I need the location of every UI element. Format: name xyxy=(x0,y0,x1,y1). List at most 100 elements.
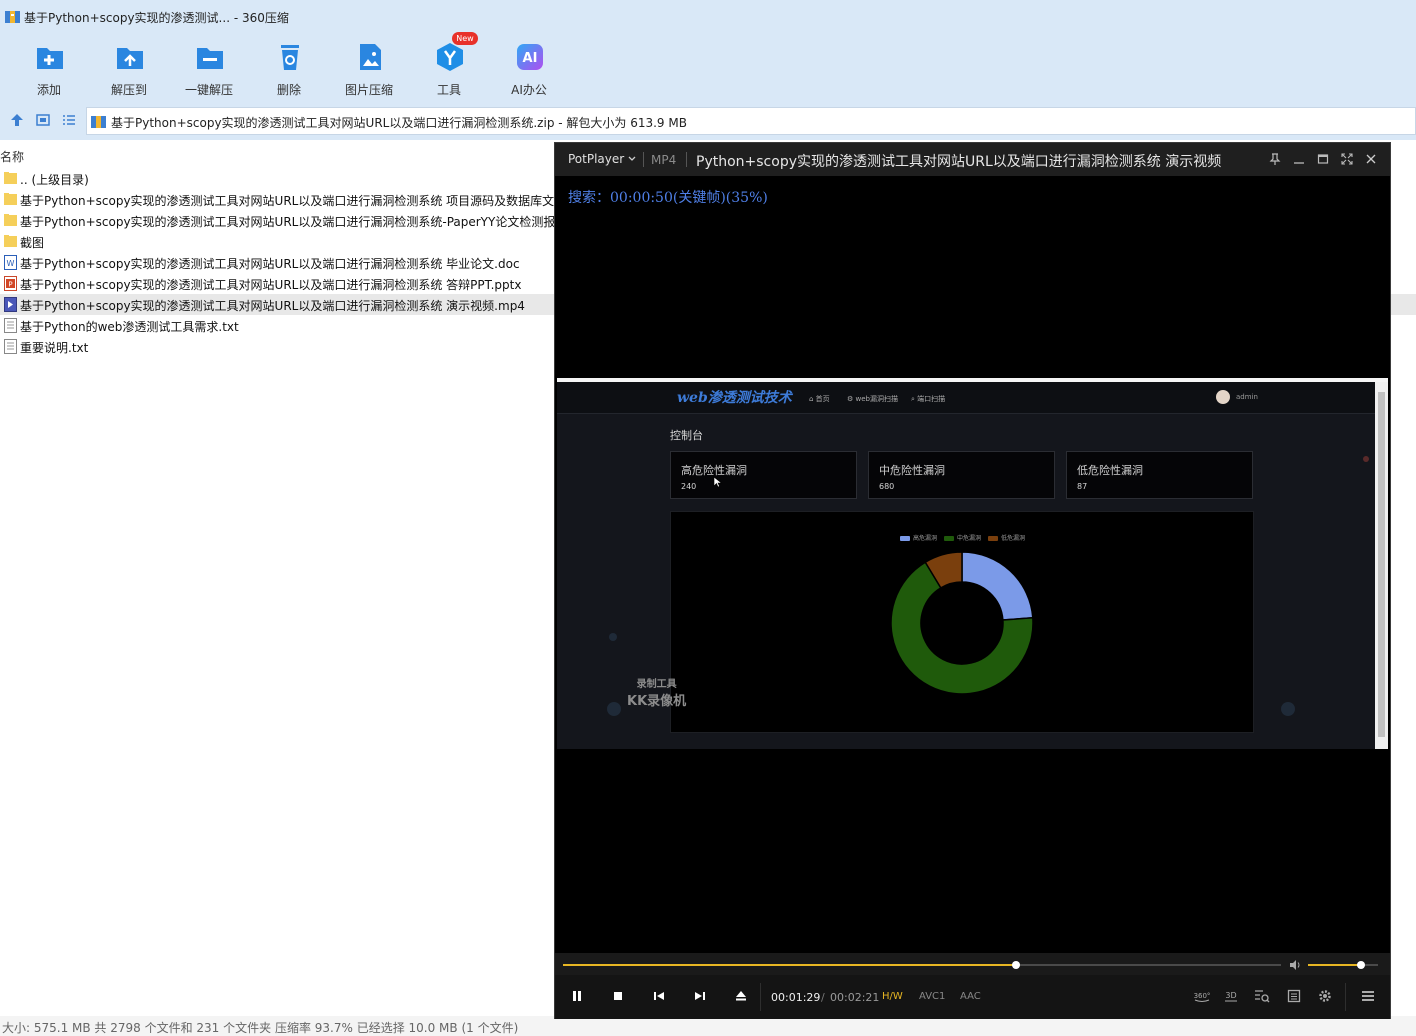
control-buttons-row: 00:01:29 / 00:02:21 H/W AVC1 AAC 360° 3D xyxy=(555,975,1390,1019)
hw-decode-badge[interactable]: H/W xyxy=(882,991,903,1002)
file-name: 基于Python+scopy实现的渗透测试工具对网站URL以及端口进行漏洞检测系… xyxy=(20,299,525,313)
background-node xyxy=(1363,456,1369,462)
next-icon[interactable] xyxy=(692,988,708,1004)
3d-mode-icon[interactable]: 3D xyxy=(1222,988,1240,1004)
stop-icon[interactable] xyxy=(610,988,626,1004)
column-header-name[interactable]: 名称 xyxy=(0,148,24,165)
file-name: 重要说明.txt xyxy=(20,341,89,355)
ai-icon: AI xyxy=(517,44,543,70)
recorder-watermark: 录制工具 KK录像机 xyxy=(627,675,686,709)
close-icon[interactable] xyxy=(1364,152,1378,166)
total-time[interactable]: 00:02:21 xyxy=(830,991,879,1004)
image-compress-button[interactable]: 图片压缩 xyxy=(333,38,405,97)
ai-office-button[interactable]: AI AI办公 xyxy=(493,38,565,97)
image-file-icon xyxy=(360,44,381,70)
file-name: 基于Python+scopy实现的渗透测试工具对网站URL以及端口进行漏洞检测系… xyxy=(20,215,568,229)
archiver-toolbar: 添加 解压到 一键解压 删除 图片压缩 工具 New AI AI办公 xyxy=(0,32,1416,100)
thumbnail-view-icon[interactable] xyxy=(36,113,50,127)
minimize-icon[interactable] xyxy=(1292,152,1306,166)
tools-icon xyxy=(437,43,463,71)
seek-bar-handle[interactable] xyxy=(1012,961,1021,969)
nav-home: ⌂ 首页 xyxy=(809,395,830,403)
menu-icon[interactable] xyxy=(1360,988,1376,1004)
current-time: 00:01:29 xyxy=(771,991,821,1004)
web-navbar: web渗透测试技术 ⌂ 首页 ⚙ web漏洞扫描 ⌕ 端口扫描 admin xyxy=(557,382,1375,414)
tools-button[interactable]: 工具 xyxy=(413,38,485,97)
trash-icon xyxy=(281,45,299,70)
user-name: admin xyxy=(1236,393,1258,401)
nav-web-scan: ⚙ web漏洞扫描 xyxy=(847,395,898,403)
delete-label: 删除 xyxy=(276,83,301,97)
video-file-icon xyxy=(4,297,17,312)
status-text: 大小: 575.1 MB 共 2798 个文件和 231 个文件夹 压缩率 93… xyxy=(2,1021,519,1035)
player-controls: 00:01:29 / 00:02:21 H/W AVC1 AAC 360° 3D xyxy=(555,953,1390,1019)
image-compress-label: 图片压缩 xyxy=(344,83,393,97)
format-label: MP4 xyxy=(651,153,677,167)
maximize-icon[interactable] xyxy=(1316,152,1330,166)
svg-text:3D: 3D xyxy=(1225,991,1236,1000)
chevron-down-icon[interactable] xyxy=(627,154,637,164)
title-divider xyxy=(643,152,644,167)
audio-codec-badge[interactable]: AAC xyxy=(960,991,981,1002)
file-name: 基于Python+scopy实现的渗透测试工具对网站URL以及端口进行漏洞检测系… xyxy=(20,194,567,208)
web-logo: web渗透测试技术 xyxy=(677,390,792,406)
avatar xyxy=(1216,390,1230,404)
text-file-icon xyxy=(4,318,17,333)
svg-text:AI: AI xyxy=(523,51,538,66)
volume-icon[interactable] xyxy=(1288,958,1302,972)
playlist-icon[interactable] xyxy=(1286,988,1302,1004)
tools-label: 工具 xyxy=(436,83,461,97)
background-node xyxy=(609,633,617,641)
control-divider xyxy=(760,983,761,1011)
svg-text:360°: 360° xyxy=(1194,992,1211,1000)
seek-bar-progress xyxy=(563,964,1017,966)
player-titlebar[interactable]: PotPlayer MP4 Python+scopy实现的渗透测试工具对网站UR… xyxy=(555,143,1390,176)
title-divider xyxy=(686,152,687,167)
settings-gear-icon[interactable] xyxy=(1317,988,1333,1004)
volume-slider-level xyxy=(1308,964,1361,966)
video-title: Python+scopy实现的渗透测试工具对网站URL以及端口进行漏洞检测系统 … xyxy=(696,154,1222,170)
svg-text:W: W xyxy=(7,259,15,268)
chapter-search-icon[interactable] xyxy=(1254,988,1270,1004)
time-separator: / xyxy=(821,991,825,1004)
vulnerability-chart: 高危漏洞 中危漏洞 低危漏洞 xyxy=(670,511,1254,733)
360-video-icon[interactable]: 360° xyxy=(1192,988,1212,1004)
video-frame[interactable]: web渗透测试技术 ⌂ 首页 ⚙ web漏洞扫描 ⌕ 端口扫描 admin 控制… xyxy=(557,378,1388,749)
add-button[interactable]: 添加 xyxy=(13,38,85,97)
up-arrow-icon[interactable] xyxy=(10,113,24,127)
stat-value: 87 xyxy=(1077,482,1088,491)
potplayer-window: PotPlayer MP4 Python+scopy实现的渗透测试工具对网站UR… xyxy=(554,142,1391,1019)
seek-bar[interactable] xyxy=(563,961,1281,969)
list-view-icon[interactable] xyxy=(62,113,76,127)
volume-slider[interactable] xyxy=(1308,961,1378,969)
stat-card-medium: 中危险性漏洞 680 xyxy=(868,451,1055,499)
volume-slider-handle[interactable] xyxy=(1356,961,1365,969)
previous-icon[interactable] xyxy=(651,988,667,1004)
pause-icon[interactable] xyxy=(569,988,585,1004)
one-click-extract-label: 一键解压 xyxy=(184,83,233,97)
archiver-titlebar: 基于Python+scopy实现的渗透测试... - 360压缩 xyxy=(0,0,1416,34)
fullscreen-icon[interactable] xyxy=(1340,152,1354,166)
potplayer-menu-button[interactable]: PotPlayer xyxy=(568,152,624,166)
pin-icon[interactable] xyxy=(1268,152,1282,166)
page-title: 控制台 xyxy=(670,429,703,442)
one-click-extract-button[interactable]: 一键解压 xyxy=(173,38,245,97)
path-bar[interactable]: 基于Python+scopy实现的渗透测试工具对网站URL以及端口进行漏洞检测系… xyxy=(86,107,1416,135)
stat-value: 680 xyxy=(879,482,895,491)
eject-icon[interactable] xyxy=(733,988,749,1004)
web-scrollbar xyxy=(1375,382,1388,749)
archiver-addressbar: 基于Python+scopy实现的渗透测试工具对网站URL以及端口进行漏洞检测系… xyxy=(0,100,1416,140)
word-doc-icon: W xyxy=(4,255,17,270)
mouse-cursor-icon xyxy=(713,476,723,488)
extract-to-button[interactable]: 解压到 xyxy=(93,38,165,97)
folder-add-icon xyxy=(37,48,63,69)
archive-app-icon xyxy=(5,11,20,23)
nav-port-scan-label: 端口扫描 xyxy=(917,395,946,403)
video-codec-badge[interactable]: AVC1 xyxy=(919,991,945,1002)
folder-quick-extract-icon xyxy=(197,48,223,69)
path-text: 基于Python+scopy实现的渗透测试工具对网站URL以及端口进行漏洞检测系… xyxy=(111,116,687,130)
delete-button[interactable]: 删除 xyxy=(253,38,325,97)
background-node xyxy=(607,702,621,716)
file-name: 基于Python+scopy实现的渗透测试工具对网站URL以及端口进行漏洞检测系… xyxy=(20,278,522,292)
watermark-line-2: KK录像机 xyxy=(627,694,687,709)
